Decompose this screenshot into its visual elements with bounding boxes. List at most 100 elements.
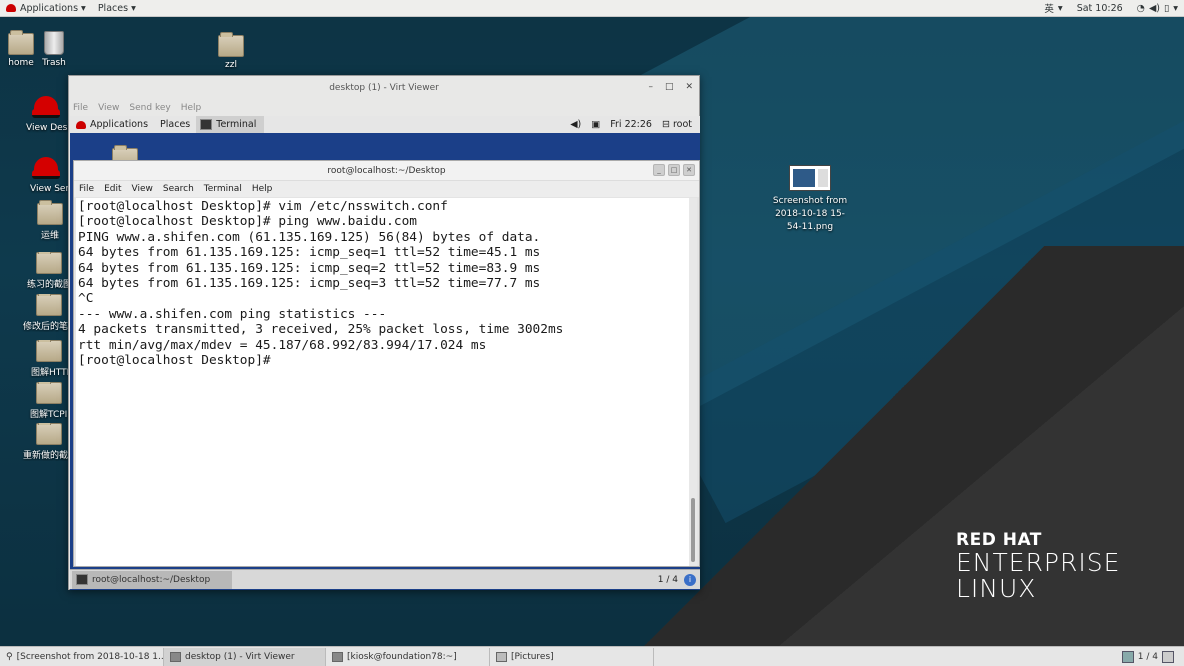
applications-menu[interactable]: Applications ▾ (0, 0, 92, 17)
monitor-icon (170, 651, 181, 662)
host-taskbar: ⚲ [Screenshot from 2018-10-18 1... deskt… (0, 646, 1184, 666)
guest-top-bar: Applications Places Terminal ◀) ▣ Fri 22… (70, 116, 700, 133)
terminal-line: --- www.a.shifen.com ping statistics --- (78, 306, 387, 322)
redhat-hat-icon (32, 155, 60, 181)
folder-icon (36, 340, 62, 362)
scrollbar-thumb[interactable] (691, 498, 695, 562)
guest-display[interactable]: Applications Places Terminal ◀) ▣ Fri 22… (70, 116, 700, 590)
user-menu[interactable]: ⊟ root (662, 119, 692, 130)
close-button[interactable]: ✕ (685, 82, 693, 92)
guest-places-menu[interactable]: Places (154, 119, 196, 130)
dropdown-arrow-icon: ▾ (128, 2, 136, 14)
folder-icon (36, 382, 62, 404)
redhat-hat-icon (32, 94, 60, 120)
folder-icon (36, 423, 62, 445)
terminal-line: ^C (78, 291, 94, 307)
clock[interactable]: Sat 10:26 (1077, 3, 1123, 14)
guest-task-terminal[interactable]: root@localhost:~/Desktop (72, 570, 232, 589)
workspace-pager[interactable]: 1 / 4 (1138, 652, 1158, 662)
maximize-button[interactable]: □ (668, 164, 680, 176)
terminal-line: rtt min/avg/max/mdev = 45.187/68.992/83.… (78, 337, 487, 353)
search-icon: ⚲ (6, 651, 13, 662)
virt-viewer-menubar: File View Send key Help (69, 100, 699, 116)
volume-icon[interactable]: ◀) (1149, 3, 1160, 14)
terminal-scrollbar[interactable] (689, 198, 697, 566)
wallpaper-stripe (659, 0, 1184, 524)
desktop-icon-redo-screenshots[interactable]: 重新做的截 (20, 423, 68, 461)
guest-applications-menu[interactable]: Applications (70, 119, 154, 130)
desktop-icon-view-desktop[interactable]: View Desk (20, 94, 68, 133)
virt-viewer-window: desktop (1) - Virt Viewer – □ ✕ File Vie… (68, 75, 700, 590)
desktop-icon-screenshot-file[interactable]: Screenshot from 2018-10-18 15-54-11.png (770, 165, 850, 234)
folder-icon (496, 651, 507, 662)
guest-clock[interactable]: Fri 22:26 (610, 119, 652, 130)
input-method-indicator[interactable]: 英 (1044, 1, 1054, 15)
terminal-titlebar[interactable]: root@localhost:~/Desktop _ □ ✕ (74, 161, 699, 181)
volume-icon[interactable]: ◀) (570, 119, 581, 130)
redhat-logo-icon (6, 4, 16, 12)
guest-terminal-tab[interactable]: Terminal (196, 116, 265, 133)
terminal-line: 64 bytes from 61.135.169.125: icmp_seq=3… (78, 276, 541, 292)
desktop-icon-practice-screenshots[interactable]: 练习的截图 (20, 252, 68, 290)
terminal-line: 64 bytes from 61.135.169.125: icmp_seq=1… (78, 245, 541, 261)
minimize-button[interactable]: – (648, 82, 653, 92)
maximize-button[interactable]: □ (665, 82, 674, 92)
workspace-thumbnail[interactable] (1121, 650, 1134, 663)
terminal-line: 4 packets transmitted, 3 received, 25% p… (78, 322, 564, 338)
terminal-line: PING www.a.shifen.com (61.135.169.125) 5… (78, 229, 541, 245)
desktop-icon-trash[interactable]: Trash (24, 31, 84, 68)
dropdown-arrow-icon: ▾ (1057, 2, 1063, 14)
terminal-output[interactable]: [root@localhost Desktop]# vim /etc/nsswi… (76, 198, 690, 566)
workspace-pager[interactable]: 1 / 4 (658, 575, 678, 585)
battery-icon[interactable]: ▯ (1164, 3, 1169, 14)
terminal-icon (76, 574, 88, 585)
desktop-icon-view-server[interactable]: View Serv (20, 155, 68, 194)
close-button[interactable]: ✕ (683, 164, 695, 176)
minimize-button[interactable]: _ (653, 164, 665, 176)
terminal-icon (332, 651, 343, 662)
display-icon[interactable]: ▣ (591, 119, 600, 130)
rhel-logo: RED HAT ENTERPRISE LINUX (956, 530, 1121, 603)
desktop-icon-http[interactable]: 图解HTTP (20, 340, 68, 378)
dropdown-arrow-icon: ▾ (78, 2, 86, 14)
task-kiosk-terminal[interactable]: [kiosk@foundation78:~] (326, 647, 490, 666)
terminal-window: root@localhost:~/Desktop _ □ ✕ File Edit… (73, 160, 700, 567)
menu-search[interactable]: Search (163, 184, 194, 194)
image-thumbnail-icon (789, 165, 831, 191)
menu-terminal[interactable]: Terminal (204, 184, 242, 194)
task-virt-viewer[interactable]: desktop (1) - Virt Viewer (164, 647, 326, 666)
dropdown-arrow-icon[interactable]: ▾ (1173, 3, 1178, 14)
menu-help[interactable]: Help (252, 184, 273, 194)
menu-file[interactable]: File (79, 184, 94, 194)
redhat-logo-icon (76, 120, 86, 129)
wifi-icon[interactable]: ◔ (1137, 3, 1145, 14)
trash-icon (44, 31, 64, 55)
folder-icon (36, 252, 62, 274)
folder-icon (37, 200, 63, 225)
menu-send-key[interactable]: Send key (129, 103, 170, 113)
menu-view[interactable]: View (98, 103, 119, 113)
terminal-prompt-line: [root@localhost Desktop]# (78, 353, 279, 369)
menu-help[interactable]: Help (181, 103, 202, 113)
desktop-icon-tcpip[interactable]: 图解TCPI (20, 382, 68, 420)
task-screenshot[interactable]: ⚲ [Screenshot from 2018-10-18 1... (0, 647, 164, 666)
wallpaper-dark-area (684, 286, 1184, 666)
menu-file[interactable]: File (73, 103, 88, 113)
folder-icon (36, 294, 62, 316)
terminal-line: [root@localhost Desktop]# ping www.baidu… (78, 214, 417, 230)
terminal-menubar: File Edit View Search Terminal Help (74, 181, 699, 197)
places-menu[interactable]: Places ▾ (92, 0, 142, 17)
task-pictures[interactable]: [Pictures] (490, 647, 654, 666)
virt-viewer-titlebar[interactable]: desktop (1) - Virt Viewer – □ ✕ (69, 76, 699, 100)
info-icon[interactable]: i (684, 573, 696, 586)
desktop-icon-modified-notes[interactable]: 修改后的笔 (20, 294, 68, 332)
folder-icon (218, 32, 244, 57)
guest-taskbar: root@localhost:~/Desktop 1 / 4 i (70, 569, 700, 589)
desktop-icon-zzl[interactable]: zzl (201, 32, 261, 70)
menu-view[interactable]: View (132, 184, 153, 194)
terminal-icon (200, 119, 213, 130)
workspace-thumbnail[interactable] (1162, 650, 1174, 663)
host-top-bar: Applications ▾ Places ▾ 英 ▾ Sat 10:26 ◔ … (0, 0, 1184, 17)
terminal-line: [root@localhost Desktop]# vim /etc/nsswi… (78, 199, 448, 214)
menu-edit[interactable]: Edit (104, 184, 121, 194)
